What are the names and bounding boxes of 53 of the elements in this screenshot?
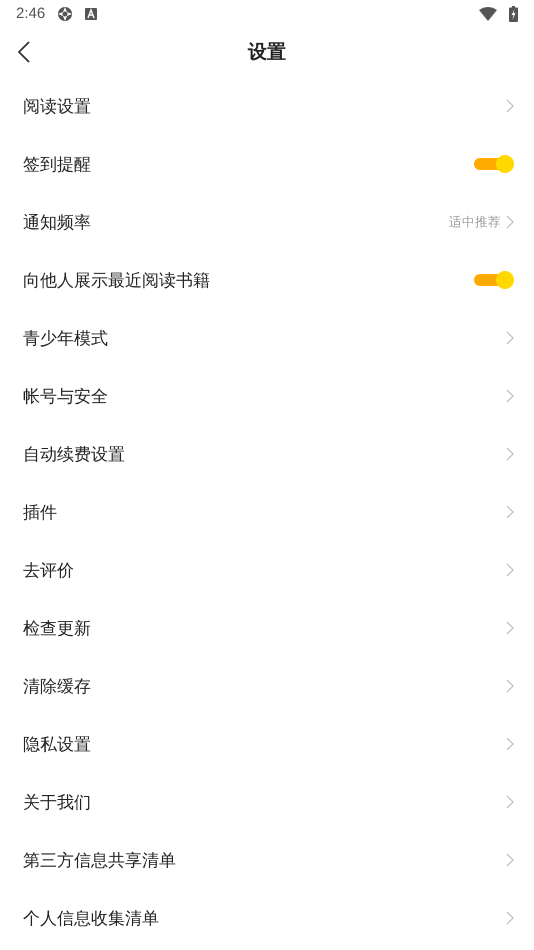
- settings-row[interactable]: 通知频率 适中推荐: [0, 193, 534, 251]
- settings-row[interactable]: 清除缓存: [0, 657, 534, 715]
- settings-row[interactable]: 帐号与安全: [0, 367, 534, 425]
- setting-label: 自动续费设置: [23, 444, 126, 466]
- setting-label: 签到提醒: [23, 154, 92, 176]
- chevron-right-icon: [506, 447, 514, 461]
- aperture-icon: [57, 6, 74, 22]
- settings-row[interactable]: 签到提醒: [0, 135, 534, 193]
- chevron-right-icon: [506, 853, 514, 867]
- back-icon[interactable]: [17, 40, 31, 64]
- chevron-right-icon: [506, 505, 514, 519]
- status-time: 2:46: [16, 5, 46, 22]
- toggle-switch[interactable]: [474, 158, 511, 170]
- chevron-right-icon: [506, 911, 514, 925]
- chevron-right-icon: [506, 679, 514, 693]
- chevron-right-icon: [506, 331, 514, 345]
- settings-row[interactable]: 阅读设置: [0, 77, 534, 135]
- settings-row[interactable]: 向他人展示最近阅读书籍: [0, 251, 534, 309]
- chevron-right-icon: [506, 99, 514, 113]
- settings-row[interactable]: 自动续费设置: [0, 425, 534, 483]
- settings-row[interactable]: 去评价: [0, 541, 534, 599]
- setting-label: 清除缓存: [23, 676, 92, 698]
- chevron-right-icon: [506, 389, 514, 403]
- setting-label: 青少年模式: [23, 328, 109, 350]
- settings-row[interactable]: 个人信息收集清单: [0, 889, 534, 947]
- toggle-switch[interactable]: [474, 274, 511, 286]
- settings-row[interactable]: 检查更新: [0, 599, 534, 657]
- setting-label: 隐私设置: [23, 734, 92, 756]
- chevron-right-icon: [506, 737, 514, 751]
- setting-label: 阅读设置: [23, 96, 92, 118]
- setting-label: 去评价: [23, 560, 75, 582]
- battery-charging-icon: [509, 6, 518, 22]
- setting-value: 适中推荐: [449, 214, 501, 230]
- setting-label: 插件: [23, 502, 58, 524]
- settings-row[interactable]: 隐私设置: [0, 715, 534, 773]
- setting-label: 向他人展示最近阅读书籍: [23, 270, 211, 292]
- setting-label: 关于我们: [23, 792, 92, 814]
- setting-label: 帐号与安全: [23, 386, 109, 408]
- settings-row[interactable]: 关于我们: [0, 773, 534, 831]
- setting-label: 检查更新: [23, 618, 92, 640]
- setting-label: 第三方信息共享清单: [23, 850, 177, 872]
- settings-row[interactable]: 青少年模式: [0, 309, 534, 367]
- setting-label: 通知频率: [23, 212, 92, 234]
- settings-row[interactable]: 插件: [0, 483, 534, 541]
- keyboard-a-icon: [85, 8, 98, 20]
- page-title: 设置: [248, 40, 286, 65]
- chevron-right-icon: [506, 563, 514, 577]
- chevron-right-icon: [506, 621, 514, 635]
- wifi-icon: [479, 6, 497, 20]
- chevron-right-icon: [506, 795, 514, 809]
- settings-row[interactable]: 第三方信息共享清单: [0, 831, 534, 889]
- setting-label: 个人信息收集清单: [23, 908, 160, 930]
- chevron-right-icon: [506, 215, 514, 229]
